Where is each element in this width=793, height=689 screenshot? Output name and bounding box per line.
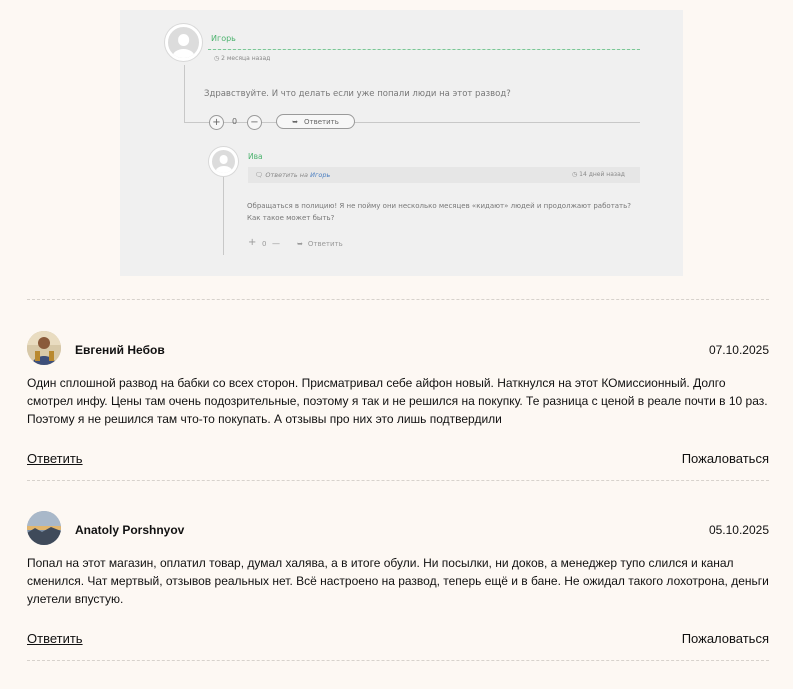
report-link[interactable]: Пожаловаться: [682, 631, 769, 646]
igor-avatar: [165, 24, 202, 61]
comment-item: Anatoly Porshnyov 05.10.2025 Попал на эт…: [27, 511, 769, 651]
divider: [27, 660, 769, 661]
divider: [27, 299, 769, 300]
reply-link[interactable]: Ответить: [27, 451, 83, 466]
divider: [27, 480, 769, 481]
iva-reply-button[interactable]: ➥ Ответить: [297, 240, 343, 248]
reply-to-link[interactable]: Игорь: [310, 171, 330, 179]
igor-time: ◷ 2 месяца назад: [214, 55, 271, 62]
avatar: [27, 331, 61, 365]
iva-thread-line: [223, 175, 224, 255]
iva-vote-count: 0: [262, 240, 267, 248]
comment-author: Anatoly Porshnyov: [75, 523, 185, 537]
iva-name: Ива: [248, 152, 263, 161]
iva-time: ◷ 14 дней назад: [572, 171, 625, 178]
iva-upvote-button[interactable]: +: [248, 237, 256, 248]
igor-downvote-button[interactable]: −: [247, 115, 262, 130]
igor-reply-button[interactable]: ➥ Ответить: [276, 114, 355, 129]
reply-link[interactable]: Ответить: [27, 631, 83, 646]
comment-text: Один сплошной развод на бабки со всех ст…: [27, 376, 768, 426]
igor-text: Здравствуйте. И что делать если уже попа…: [204, 89, 511, 99]
comment-text: Попал на этот магазин, оплатил товар, ду…: [27, 556, 769, 606]
comment-item: Евгений Небов 07.10.2025 Один сплошной р…: [27, 331, 769, 471]
igor-upvote-button[interactable]: +: [209, 115, 224, 130]
iva-reply-to: 🗨 Ответить на Игорь: [255, 171, 331, 179]
igor-vote-count: 0: [232, 117, 238, 126]
igor-thread-line: [184, 65, 185, 123]
report-link[interactable]: Пожаловаться: [682, 451, 769, 466]
reply-arrow-icon: ➥: [297, 240, 303, 248]
comment-author: Евгений Небов: [75, 343, 165, 357]
clock-icon: ◷: [572, 171, 578, 178]
reply-arrow-icon: ➥: [292, 117, 298, 126]
iva-avatar: [209, 147, 238, 176]
comment-date: 07.10.2025: [708, 343, 769, 357]
comment-date: 05.10.2025: [708, 523, 769, 537]
clock-icon: ◷: [214, 55, 220, 62]
igor-name: Игорь: [211, 34, 236, 43]
iva-text: Обращаться в полицию! Я не пойму они нес…: [247, 202, 631, 222]
embedded-thread-screenshot: Игорь ◷ 2 месяца назад Здравствуйте. И ч…: [120, 10, 683, 276]
igor-header-dashes: [208, 49, 640, 50]
chat-bubble-icon: 🗨: [255, 171, 264, 179]
iva-downvote-button[interactable]: —: [272, 239, 280, 248]
avatar: [27, 511, 61, 545]
